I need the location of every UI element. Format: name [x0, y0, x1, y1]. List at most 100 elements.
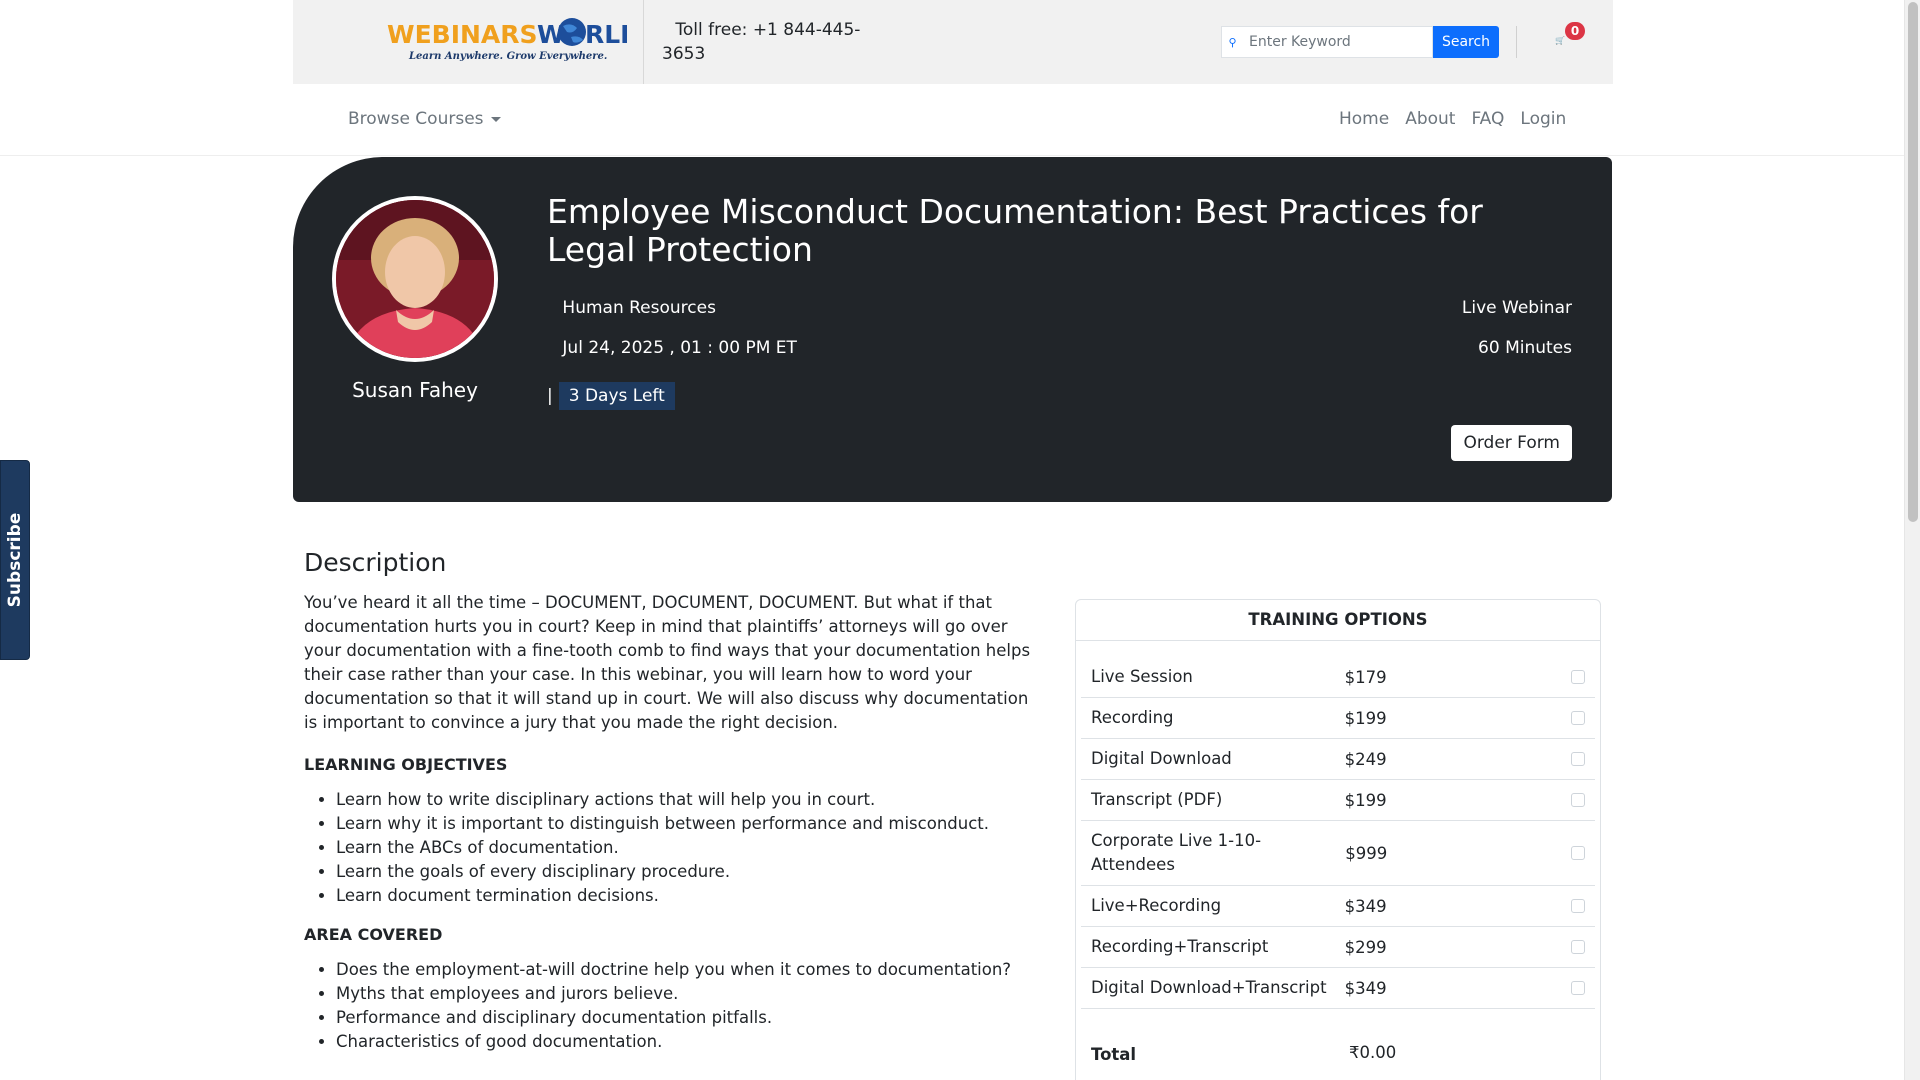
speaker-avatar	[332, 196, 498, 362]
option-name: Digital Download	[1091, 749, 1232, 768]
description-section: Description You’ve heard it all the time…	[304, 548, 1044, 1071]
nav-link-login[interactable]: Login	[1512, 109, 1574, 129]
list-item: Myths that employees and jurors believe.	[336, 982, 1044, 1006]
option-price: $249	[1344, 749, 1387, 769]
area-covered-heading: AREA COVERED	[304, 925, 443, 944]
list-item: Performance and disciplinary documentati…	[336, 1006, 1044, 1030]
cart-icon: 🛒	[1555, 36, 1565, 45]
top-header: WEBINARS W RLD Learn Anywhere. Grow Ever…	[293, 0, 1613, 84]
option-price: $999	[1345, 843, 1388, 863]
svg-text:RLD: RLD	[585, 20, 627, 49]
course-type-label: Live Webinar	[1461, 298, 1572, 318]
course-hero: Susan Fahey Employee Misconduct Document…	[293, 157, 1612, 502]
option-row-transcript[interactable]: Transcript (PDF) $199	[1081, 780, 1595, 821]
option-row-live-session[interactable]: Live Session $179	[1081, 657, 1595, 698]
list-item: Learn document termination decisions.	[336, 884, 1044, 908]
page-scrollbar[interactable]	[1904, 0, 1920, 1080]
list-item: Learn how to write disciplinary actions …	[336, 788, 1044, 812]
option-row-corporate-live[interactable]: Corporate Live 1-10-Attendees $999	[1081, 821, 1595, 886]
search-input[interactable]	[1243, 26, 1433, 58]
option-price: $349	[1344, 896, 1387, 916]
option-name: Live Session	[1091, 667, 1193, 686]
nav-link-about[interactable]: About	[1397, 109, 1463, 129]
option-checkbox[interactable]	[1571, 670, 1585, 684]
option-row-digital-download[interactable]: Digital Download $249	[1081, 739, 1595, 780]
option-name: Live+Recording	[1091, 896, 1222, 915]
option-price: $179	[1344, 667, 1387, 687]
training-options-table: Live Session $179 Recording $199 Digital…	[1081, 657, 1595, 1067]
list-item: Learn why it is important to distinguish…	[336, 812, 1044, 836]
browse-courses-dropdown[interactable]: Browse Courses	[348, 109, 501, 129]
speaker-name: Susan Fahey	[352, 378, 478, 402]
option-row-live-recording[interactable]: Live+Recording $349	[1081, 886, 1595, 927]
option-checkbox[interactable]	[1571, 846, 1585, 860]
days-left-row: | 3 Days Left	[547, 382, 675, 410]
logo-container[interactable]: WEBINARS W RLD Learn Anywhere. Grow Ever…	[293, 0, 644, 84]
search-button[interactable]: Search	[1433, 26, 1499, 58]
option-name: Recording+Transcript	[1091, 937, 1269, 956]
option-price: $349	[1344, 978, 1387, 998]
cart-button[interactable]: 🛒 0	[1555, 20, 1595, 60]
main-navbar: Browse Courses Home About FAQ Login	[0, 84, 1904, 156]
course-category-label: Human Resources	[562, 298, 716, 318]
option-checkbox[interactable]	[1571, 793, 1585, 807]
subscribe-label: Subscribe	[5, 512, 25, 608]
objectives-heading: LEARNING OBJECTIVES	[304, 755, 508, 774]
course-type: Live Webinar	[1447, 298, 1572, 318]
separator: |	[547, 386, 553, 406]
area-covered-list: Does the employment-at-will doctrine hel…	[304, 958, 1044, 1054]
option-checkbox[interactable]	[1571, 711, 1585, 725]
option-row-recording[interactable]: Recording $199	[1081, 698, 1595, 739]
site-logo[interactable]: WEBINARS W RLD Learn Anywhere. Grow Ever…	[387, 10, 627, 66]
nav-link-faq[interactable]: FAQ	[1463, 109, 1512, 129]
option-checkbox[interactable]	[1571, 940, 1585, 954]
course-category: Human Resources	[547, 298, 716, 318]
list-item: Does the employment-at-will doctrine hel…	[336, 958, 1044, 982]
subscribe-tab[interactable]: Subscribe	[0, 460, 30, 660]
scrollbar-thumb[interactable]	[1908, 2, 1918, 522]
logo-text-webinars: WEBINARS	[387, 20, 538, 49]
days-left-badge: 3 Days Left	[558, 382, 675, 410]
course-date: Jul 24, 2025 , 01 : 00 PM ET	[547, 338, 797, 358]
training-options-card: TRAINING OPTIONS Live Session $179 Recor…	[1075, 599, 1601, 1080]
list-item: Learn the ABCs of documentation.	[336, 836, 1044, 860]
description-heading: Description	[304, 548, 447, 577]
cart-count-badge: 0	[1565, 22, 1585, 40]
training-options-heading: TRAINING OPTIONS	[1076, 600, 1600, 641]
option-price: $299	[1344, 937, 1387, 957]
list-item: Characteristics of good documentation.	[336, 1030, 1044, 1054]
nav-link-home[interactable]: Home	[1331, 109, 1397, 129]
tollfree-label: Toll free:	[675, 20, 748, 40]
option-name: Transcript (PDF)	[1091, 790, 1223, 809]
option-row-download-transcript[interactable]: Digital Download+Transcript $349	[1081, 968, 1595, 1009]
course-date-label: Jul 24, 2025 , 01 : 00 PM ET	[562, 338, 797, 358]
header-divider	[1516, 26, 1517, 58]
option-checkbox[interactable]	[1571, 752, 1585, 766]
course-duration: 60 Minutes	[1463, 338, 1572, 358]
caret-down-icon	[490, 116, 501, 122]
description-intro: You’ve heard it all the time – DOCUMENT,…	[304, 593, 1031, 732]
total-row: Total ₹0.00	[1081, 1043, 1595, 1067]
objectives-list: Learn how to write disciplinary actions …	[304, 788, 1044, 908]
option-price: $199	[1344, 708, 1387, 728]
tollfree-info: Toll free: +1 844-445-3653	[662, 18, 882, 66]
order-form-button[interactable]: Order Form	[1451, 425, 1572, 461]
logo-tagline: Learn Anywhere. Grow Everywhere.	[408, 51, 607, 62]
course-title: Employee Misconduct Documentation: Best …	[547, 192, 1483, 269]
search-icon: ⚲	[1221, 26, 1243, 58]
browse-courses-label: Browse Courses	[348, 109, 484, 129]
course-duration-label: 60 Minutes	[1478, 338, 1572, 358]
option-price: $199	[1344, 790, 1387, 810]
option-name: Corporate Live 1-10-Attendees	[1091, 831, 1262, 874]
option-name: Recording	[1091, 708, 1174, 727]
option-checkbox[interactable]	[1571, 981, 1585, 995]
total-label: Total	[1091, 1045, 1137, 1064]
speaker-photo	[336, 200, 494, 358]
option-row-recording-transcript[interactable]: Recording+Transcript $299	[1081, 927, 1595, 968]
total-value: ₹0.00	[1349, 1043, 1397, 1062]
option-checkbox[interactable]	[1571, 899, 1585, 913]
search-bar: ⚲ Search	[1221, 26, 1502, 58]
list-item: Learn the goals of every disciplinary pr…	[336, 860, 1044, 884]
nav-links: Home About FAQ Login	[1331, 109, 1574, 129]
option-name: Digital Download+Transcript	[1091, 978, 1327, 997]
